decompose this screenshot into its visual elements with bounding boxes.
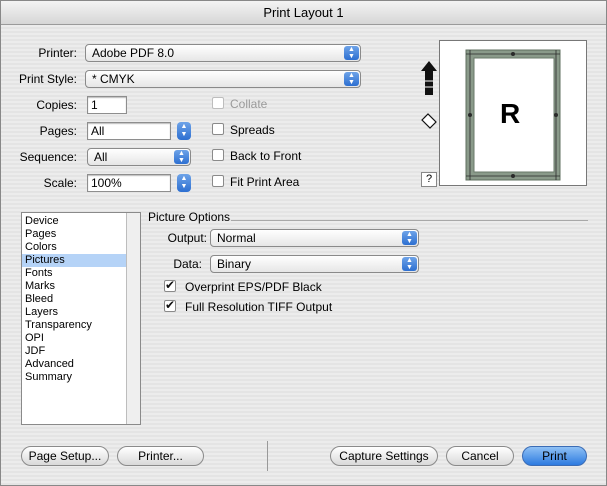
picture-options-title: Picture Options — [148, 210, 231, 224]
help-button[interactable]: ? — [421, 172, 437, 187]
fit-print-area-label: Fit Print Area — [230, 175, 300, 189]
scale-field[interactable]: 100% — [87, 174, 171, 192]
popup-arrows-icon: ▲ ▼ — [402, 231, 417, 245]
panel-list-item-transparency[interactable]: Transparency — [22, 319, 126, 332]
panel-list-item-pages[interactable]: Pages — [22, 228, 126, 241]
data-value: Binary — [217, 257, 252, 271]
capture-settings-button[interactable]: Capture Settings — [330, 446, 438, 466]
panel-list-item-fonts[interactable]: Fonts — [22, 267, 126, 280]
data-label: Data: — [173, 257, 202, 271]
print-style-value: * CMYK — [92, 72, 135, 86]
preview-letter: R — [500, 98, 521, 129]
feed-direction-arrow-icon — [421, 61, 437, 95]
panel-list-item-jdf[interactable]: JDF — [22, 345, 126, 358]
collate-checkbox — [212, 97, 224, 109]
back-to-front-checkbox[interactable] — [212, 149, 224, 161]
button-divider — [267, 441, 268, 471]
copies-field[interactable]: 1 — [87, 96, 127, 114]
panel-list-item-opi[interactable]: OPI — [22, 332, 126, 345]
panel-list-item-advanced[interactable]: Advanced — [22, 358, 126, 371]
window-title: Print Layout 1 — [1, 1, 606, 25]
panel-list-item-summary[interactable]: Summary — [22, 371, 126, 384]
panel-list[interactable]: Device Pages Colors Pictures Fonts Marks Bleed… — [21, 212, 141, 425]
popup-arrows-icon: ▲ ▼ — [344, 72, 359, 86]
panel-list-item-pictures[interactable]: Pictures — [22, 254, 126, 267]
output-label: Output: — [167, 231, 207, 245]
printer-popup[interactable]: Adobe PDF 8.0 ▲ ▼ — [85, 44, 361, 62]
panel-list-item-layers[interactable]: Layers — [22, 306, 126, 319]
sequence-label: Sequence: — [19, 150, 77, 164]
section-divider — [231, 220, 588, 221]
popup-arrows-icon: ▲ ▼ — [344, 46, 359, 60]
panel-list-item-device[interactable]: Device — [22, 215, 126, 228]
panel-list-item-bleed[interactable]: Bleed — [22, 293, 126, 306]
scale-label: Scale: — [43, 176, 77, 190]
print-style-popup[interactable]: * CMYK ▲ ▼ — [85, 70, 361, 88]
sequence-value: All — [94, 150, 108, 164]
full-res-tiff-checkbox[interactable] — [164, 298, 176, 312]
panel-list-item-colors[interactable]: Colors — [22, 241, 126, 254]
spreads-checkbox[interactable] — [212, 123, 224, 135]
scale-stepper-icon[interactable]: ▲ ▼ — [177, 174, 191, 192]
collate-label: Collate — [230, 97, 268, 111]
overprint-label: Overprint EPS/PDF Black — [185, 280, 322, 294]
printer-label: Printer: — [38, 46, 77, 60]
full-res-tiff-label: Full Resolution TIFF Output — [185, 300, 333, 314]
rotate-page-icon[interactable] — [419, 111, 439, 129]
output-value: Normal — [217, 231, 256, 245]
popup-arrows-icon: ▲ ▼ — [402, 257, 417, 271]
pages-label: Pages: — [39, 124, 77, 138]
printer-button[interactable]: Printer... — [117, 446, 204, 466]
copies-label: Copies: — [36, 98, 77, 112]
fit-print-area-checkbox[interactable] — [212, 175, 224, 187]
page-setup-button[interactable]: Page Setup... — [21, 446, 109, 466]
spreads-label: Spreads — [230, 123, 275, 137]
cancel-button[interactable]: Cancel — [446, 446, 514, 466]
pages-field[interactable]: All — [87, 122, 171, 140]
data-popup[interactable]: Binary ▲ ▼ — [210, 255, 419, 273]
pages-stepper-icon[interactable]: ▲ ▼ — [177, 122, 191, 140]
print-layout-window: Print Layout 1 Printer: Adobe PDF 8.0 ▲ ▼… — [0, 0, 607, 486]
overprint-checkbox[interactable] — [164, 278, 176, 292]
print-button[interactable]: Print — [522, 446, 587, 466]
popup-arrows-icon: ▲ ▼ — [174, 150, 189, 164]
page-preview: R — [439, 40, 587, 186]
back-to-front-label: Back to Front — [230, 149, 302, 163]
print-style-label: Print Style: — [18, 72, 77, 86]
sequence-popup[interactable]: All ▲ ▼ — [87, 148, 191, 166]
output-popup[interactable]: Normal ▲ ▼ — [210, 229, 419, 247]
printer-value: Adobe PDF 8.0 — [92, 46, 175, 60]
panel-list-item-marks[interactable]: Marks — [22, 280, 126, 293]
